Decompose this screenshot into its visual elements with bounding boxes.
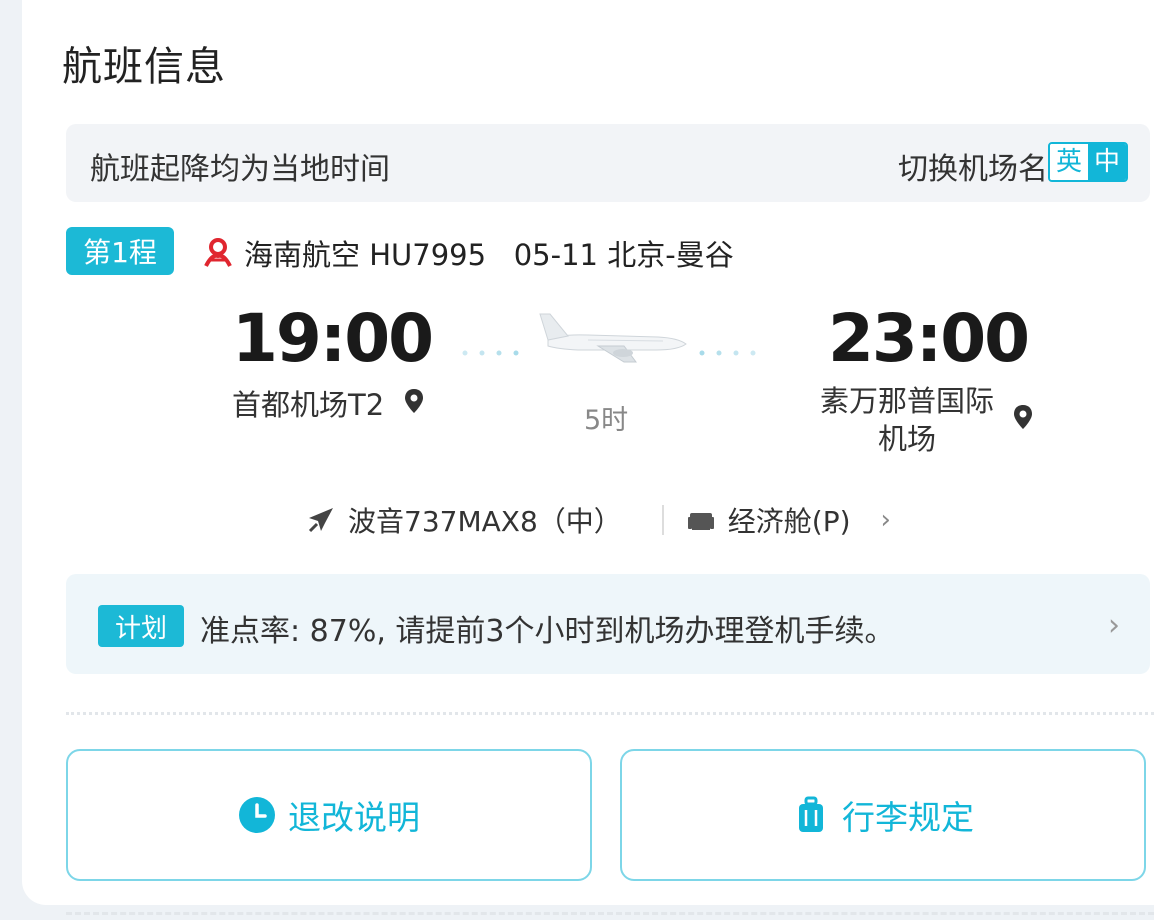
cabin-class: 经济舱(P) bbox=[727, 505, 851, 538]
flight-date: 05-11 bbox=[513, 238, 599, 272]
flight-route: 北京-曼谷 bbox=[607, 238, 734, 272]
divider bbox=[66, 712, 1154, 715]
local-time-notice-text: 航班起降均为当地时间 bbox=[90, 152, 390, 187]
location-pin-icon[interactable] bbox=[403, 388, 425, 414]
aircraft-cabin-row[interactable]: 波音737MAX8（中） 经济舱(P) › bbox=[306, 500, 891, 540]
local-time-notice: 航班起降均为当地时间 切换机场名 英 中 bbox=[66, 124, 1150, 202]
baggage-rules-label: 行李规定 bbox=[842, 798, 974, 837]
plan-badge: 计划 bbox=[98, 605, 184, 647]
arrival-airport[interactable]: 素万那普国际机场 bbox=[812, 382, 1002, 458]
airport-name-language-toggle[interactable]: 英 中 bbox=[1048, 142, 1128, 182]
lang-option-zh[interactable]: 中 bbox=[1088, 144, 1126, 180]
segment-badge: 第1程 bbox=[66, 227, 174, 275]
location-pin-icon[interactable] bbox=[1012, 404, 1034, 430]
lang-option-en[interactable]: 英 bbox=[1050, 144, 1088, 180]
ontime-info-bar[interactable]: 计划 准点率: 87%, 请提前3个小时到机场办理登机手续。 › bbox=[66, 574, 1150, 674]
route-dots-right bbox=[699, 350, 756, 356]
airline-name: 海南航空 bbox=[244, 238, 361, 272]
departure-time: 19:00 bbox=[232, 300, 434, 377]
ontime-text: 准点率: 87%, 请提前3个小时到机场办理登机手续。 bbox=[200, 614, 895, 649]
luggage-icon bbox=[799, 796, 823, 832]
chevron-right-icon: › bbox=[1108, 608, 1120, 643]
hainan-airlines-logo-icon bbox=[204, 238, 232, 267]
flight-summary: 海南航空 HU7995 05-11 北京-曼谷 bbox=[244, 232, 734, 274]
aircraft-model: 波音737MAX8（中） bbox=[348, 505, 622, 538]
refund-change-label: 退改说明 bbox=[288, 798, 420, 837]
divider bbox=[66, 912, 1154, 915]
section-title: 航班信息 bbox=[62, 44, 226, 90]
switch-airport-name-label: 切换机场名 bbox=[898, 152, 1048, 187]
baggage-rules-button[interactable]: 行李规定 bbox=[620, 749, 1146, 881]
route-dots-left bbox=[462, 350, 519, 356]
chevron-right-icon: › bbox=[880, 505, 891, 535]
clock-icon bbox=[239, 797, 275, 833]
flight-number: HU7995 bbox=[369, 238, 487, 272]
arrival-time: 23:00 bbox=[828, 300, 1030, 377]
flight-info-card: 航班信息 航班起降均为当地时间 切换机场名 英 中 第1程 海南航空 HU799… bbox=[22, 0, 1154, 915]
flight-duration: 5时 bbox=[584, 405, 629, 436]
refund-change-button[interactable]: 退改说明 bbox=[66, 749, 592, 881]
airplane-icon bbox=[539, 313, 687, 363]
aircraft-icon bbox=[308, 508, 333, 533]
seat-icon bbox=[687, 513, 714, 530]
divider bbox=[661, 505, 664, 535]
departure-airport[interactable]: 首都机场T2 bbox=[232, 382, 384, 424]
